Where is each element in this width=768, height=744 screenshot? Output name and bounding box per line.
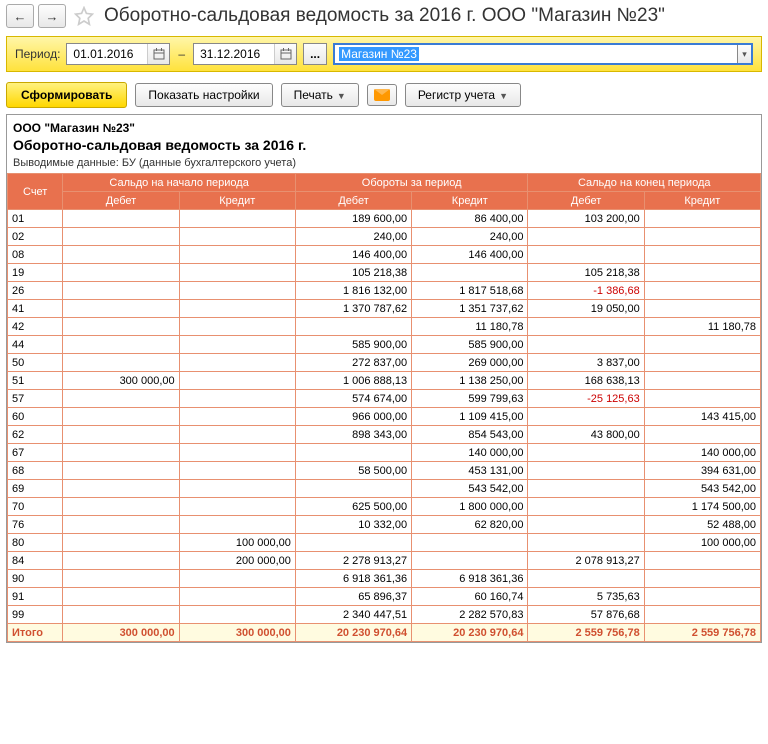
date-to-calendar-icon[interactable]	[274, 44, 296, 64]
generate-button[interactable]: Сформировать	[6, 82, 127, 108]
table-row[interactable]: 906 918 361,366 918 361,36	[8, 570, 761, 588]
chevron-down-icon: ▼	[337, 91, 346, 101]
nav-back-button[interactable]: ←	[6, 4, 34, 28]
period-more-button[interactable]: ...	[303, 43, 327, 65]
th-close-debit: Дебет	[528, 192, 644, 210]
show-settings-button[interactable]: Показать настройки	[135, 83, 272, 107]
organization-selector[interactable]: Магазин №23 ▾	[333, 43, 753, 65]
th-open-debit: Дебет	[63, 192, 179, 210]
table-row[interactable]: 57574 674,00599 799,63-25 125,63	[8, 390, 761, 408]
table-row[interactable]: 6858 500,00453 131,00394 631,00	[8, 462, 761, 480]
table-row[interactable]: 67140 000,00140 000,00	[8, 444, 761, 462]
favorite-star-icon[interactable]	[74, 6, 94, 26]
table-row[interactable]: 62898 343,00854 543,0043 800,00	[8, 426, 761, 444]
register-button[interactable]: Регистр учета▼	[405, 83, 521, 107]
table-row[interactable]: 70625 500,001 800 000,001 174 500,00	[8, 498, 761, 516]
th-turn-credit: Кредит	[412, 192, 528, 210]
email-button[interactable]	[367, 84, 397, 106]
print-button[interactable]: Печать▼	[281, 83, 359, 107]
period-toolbar: Период: – ... Магазин №23 ▾	[6, 36, 762, 72]
organization-dropdown-icon[interactable]: ▾	[737, 45, 751, 63]
th-closing: Сальдо на конец периода	[528, 174, 761, 192]
table-row[interactable]: 261 816 132,001 817 518,68-1 386,68	[8, 282, 761, 300]
report-panel: ООО "Магазин №23" Оборотно-сальдовая вед…	[6, 114, 762, 643]
date-from-wrap	[66, 43, 170, 65]
th-turnover: Обороты за период	[295, 174, 528, 192]
period-dash: –	[178, 47, 185, 61]
table-row[interactable]: 60966 000,001 109 415,00143 415,00	[8, 408, 761, 426]
period-label: Период:	[15, 47, 60, 61]
table-row[interactable]: 80100 000,00100 000,00	[8, 534, 761, 552]
table-row[interactable]: 02240,00240,00	[8, 228, 761, 246]
table-row[interactable]: 9165 896,3760 160,745 735,63	[8, 588, 761, 606]
report-subtitle: Выводимые данные: БУ (данные бухгалтерск…	[13, 157, 755, 169]
th-turn-debit: Дебет	[295, 192, 411, 210]
th-close-credit: Кредит	[644, 192, 760, 210]
organization-value: Магазин №23	[339, 47, 419, 61]
th-account: Счет	[8, 174, 63, 210]
table-row[interactable]: 4211 180,7811 180,78	[8, 318, 761, 336]
table-row[interactable]: 01189 600,0086 400,00103 200,00	[8, 210, 761, 228]
table-row[interactable]: 7610 332,0062 820,0052 488,00	[8, 516, 761, 534]
table-row[interactable]: 19105 218,38105 218,38	[8, 264, 761, 282]
report-company: ООО "Магазин №23"	[13, 121, 755, 135]
nav-forward-button[interactable]: →	[38, 4, 66, 28]
chevron-down-icon: ▼	[499, 91, 508, 101]
table-row[interactable]: 50272 837,00269 000,003 837,00	[8, 354, 761, 372]
th-open-credit: Кредит	[179, 192, 295, 210]
date-to-input[interactable]	[194, 45, 274, 63]
table-row[interactable]: 08146 400,00146 400,00	[8, 246, 761, 264]
date-to-wrap	[193, 43, 297, 65]
report-title: Оборотно-сальдовая ведомость за 2016 г.	[13, 137, 755, 153]
table-row[interactable]: 84200 000,002 278 913,272 078 913,27	[8, 552, 761, 570]
envelope-icon	[374, 89, 390, 101]
page-title: Оборотно-сальдовая ведомость за 2016 г. …	[104, 5, 665, 27]
table-row[interactable]: 44585 900,00585 900,00	[8, 336, 761, 354]
report-table: Счет Сальдо на начало периода Обороты за…	[7, 173, 761, 642]
total-row: Итого300 000,00300 000,0020 230 970,6420…	[8, 624, 761, 642]
table-row[interactable]: 411 370 787,621 351 737,6219 050,00	[8, 300, 761, 318]
date-from-input[interactable]	[67, 45, 147, 63]
action-toolbar: Сформировать Показать настройки Печать▼ …	[0, 72, 768, 114]
table-row[interactable]: 992 340 447,512 282 570,8357 876,68	[8, 606, 761, 624]
date-from-calendar-icon[interactable]	[147, 44, 169, 64]
th-opening: Сальдо на начало периода	[63, 174, 296, 192]
table-row[interactable]: 51300 000,001 006 888,131 138 250,00168 …	[8, 372, 761, 390]
title-bar: ← → Оборотно-сальдовая ведомость за 2016…	[0, 0, 768, 32]
table-row[interactable]: 69543 542,00543 542,00	[8, 480, 761, 498]
